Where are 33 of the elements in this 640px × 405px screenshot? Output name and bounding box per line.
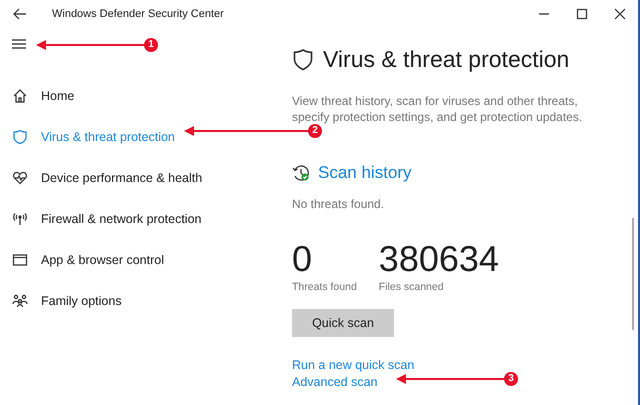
window-title: Windows Defender Security Center bbox=[52, 8, 224, 20]
menu-icon[interactable] bbox=[12, 38, 26, 50]
shield-icon bbox=[292, 48, 314, 72]
antenna-icon bbox=[12, 210, 28, 226]
number-badge: 3 bbox=[504, 372, 518, 386]
back-icon[interactable] bbox=[12, 6, 28, 22]
scrollbar[interactable] bbox=[632, 218, 634, 330]
status-text: No threats found. bbox=[292, 197, 386, 211]
home-icon bbox=[12, 88, 28, 104]
number-badge: 1 bbox=[144, 38, 158, 52]
page-title: Virus & threat protection bbox=[323, 46, 570, 73]
stat-value: 0 bbox=[292, 239, 314, 279]
people-icon bbox=[12, 292, 28, 308]
number-badge: 2 bbox=[308, 124, 322, 138]
sidebar-item[interactable]: Family options bbox=[0, 280, 292, 321]
close-icon[interactable] bbox=[614, 8, 626, 20]
clock-check-icon bbox=[292, 164, 310, 182]
maximize-icon[interactable] bbox=[576, 8, 588, 20]
stat-label: Threats found bbox=[292, 281, 357, 293]
shield-icon bbox=[12, 128, 28, 144]
sidebar-item[interactable]: Device performance & health bbox=[0, 157, 292, 198]
heart-icon bbox=[12, 170, 28, 186]
sidebar-item[interactable]: Home bbox=[0, 75, 292, 116]
section-title[interactable]: Scan history bbox=[318, 163, 412, 183]
quick-scan-button[interactable]: Quick scan bbox=[292, 309, 394, 337]
sidebar-item[interactable]: App & browser control bbox=[0, 239, 292, 280]
description-text: View threat history, scan for viruses and other threats, specify protection settings, and get protection updates. bbox=[292, 93, 584, 125]
link[interactable]: Advanced scan bbox=[292, 374, 378, 391]
stat-label: Files scanned bbox=[378, 281, 445, 293]
link[interactable]: Run a new quick scan bbox=[292, 357, 414, 374]
stat-value: 380634 bbox=[378, 239, 499, 279]
sidebar-item[interactable]: Firewall & network protection bbox=[0, 198, 292, 239]
window-icon bbox=[12, 252, 28, 268]
